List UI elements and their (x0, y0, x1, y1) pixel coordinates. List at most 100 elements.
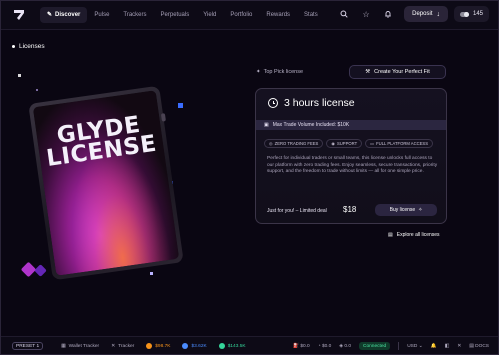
nav-perpetuals-label: Perpetuals (160, 11, 190, 18)
x-tracker-label: Tracker (118, 343, 135, 349)
fee-stat-3: ◈ 0.0 (339, 344, 351, 349)
nav-discover-label: Discover (55, 11, 81, 18)
nav-pulse-label: Pulse (94, 11, 110, 18)
eth-coin-icon (182, 343, 189, 349)
x-icon: ✕ (111, 343, 116, 349)
offer-price: $18 (343, 205, 357, 214)
search-icon[interactable] (336, 6, 352, 22)
create-perfect-fit-button[interactable]: ⚒ Create Your Perfect Fit (349, 65, 446, 79)
main-nav: ✎ Discover Pulse Trackers Perpetuals Yie… (40, 6, 325, 23)
nav-stats-label: Stats (304, 11, 318, 18)
currency-selector[interactable]: USD ⌄ (407, 344, 423, 349)
license-offer-panel: 3 hours license ▣ Max Trade Volume Inclu… (255, 88, 447, 224)
sparkle-icon (34, 264, 47, 277)
top-navigation-bar: ✎ Discover Pulse Trackers Perpetuals Yie… (0, 0, 499, 30)
docs-link[interactable]: ▤ DOCS (469, 344, 489, 349)
feature-badge: ▭ FULL PLATFORM ACCESS (365, 139, 434, 148)
fee-stat-2: ◔ $0.0 (318, 344, 332, 349)
sparkles-icon: ✦ (256, 69, 261, 75)
balance-toggle[interactable]: 145 (453, 6, 489, 22)
x-social-icon[interactable]: ✕ (457, 344, 461, 349)
offer-header: 3 hours license (256, 89, 446, 117)
nav-rewards[interactable]: Rewards (259, 7, 297, 23)
feature-label: FULL PLATFORM ACCESS (376, 141, 429, 146)
fee-stat-3-value: 0.0 (344, 343, 351, 349)
wand-icon: ⚒ (365, 69, 371, 75)
fee-stat-2-value: $0.0 (321, 343, 332, 349)
nav-trackers[interactable]: Trackers (116, 7, 153, 23)
arrow-down-icon: ↓ (436, 10, 440, 18)
discover-icon: ✎ (47, 12, 53, 18)
balance-value: 145 (472, 11, 483, 17)
nav-rewards-label: Rewards (266, 11, 291, 18)
bullet-icon (12, 45, 15, 48)
license-card-image: GLYDE LICENSE (28, 85, 184, 281)
volume-banner: ▣ Max Trade Volume Included: $10K (256, 120, 446, 130)
nav-pulse[interactable]: Pulse (87, 7, 116, 23)
nav-portfolio[interactable]: Portfolio (223, 7, 259, 23)
deposit-label: Deposit (412, 11, 433, 17)
feature-label: ZERO TRADING FEES (274, 141, 319, 146)
btc-value: $98.7K (155, 343, 171, 349)
chat-icon[interactable]: ◧ (445, 344, 450, 349)
bell-icon[interactable] (380, 6, 396, 22)
nav-yield[interactable]: Yield (196, 7, 223, 23)
access-icon: ▭ (370, 141, 375, 146)
nav-perpetuals[interactable]: Perpetuals (154, 7, 197, 23)
chevron-down-icon: ⌄ (418, 343, 423, 349)
btc-price: $98.7K (146, 343, 170, 349)
status-bar: PRESET 1 ▦ Wallet Tracker ✕ Tracker $98.… (0, 336, 499, 355)
grid-icon: ▤ (388, 232, 393, 238)
fee-stat-1: ⛽ $0.0 (293, 344, 310, 349)
chart-icon: ▣ (264, 122, 269, 128)
eth-value: $3.62K (191, 343, 207, 349)
buy-license-button[interactable]: Buy license ✧ (375, 204, 437, 216)
nav-portfolio-label: Portfolio (230, 11, 253, 18)
sparkle-icon (150, 272, 153, 275)
create-label: Create Your Perfect Fit (374, 69, 430, 75)
sparkle-icon (18, 74, 21, 77)
sol-value: $143.5K (227, 343, 246, 349)
fee-icon: ◎ (269, 141, 273, 146)
clock-icon (268, 98, 278, 108)
nav-trackers-label: Trackers (123, 11, 147, 18)
x-tracker-link[interactable]: ✕ Tracker (111, 344, 134, 349)
wallet-tracker-link[interactable]: ▦ Wallet Tracker (61, 344, 99, 349)
currency-label: USD (407, 343, 418, 349)
notification-icon[interactable]: 🔔 (431, 344, 437, 349)
nav-stats[interactable]: Stats (297, 7, 325, 23)
sparkle-icon (178, 103, 183, 108)
logo-icon[interactable] (12, 8, 26, 22)
eth-price: $3.62K (182, 343, 207, 349)
connection-status-badge: Connected (358, 342, 391, 350)
sparkle-icon (36, 89, 38, 91)
feature-badge: ◎ ZERO TRADING FEES (264, 139, 324, 148)
fee-stat-1-value: $0.0 (300, 343, 310, 349)
preset-label: PRESET 1 (16, 343, 40, 349)
nav-yield-label: Yield (203, 11, 217, 18)
license-card-title: GLYDE LICENSE (36, 112, 165, 172)
offer-description: Perfect for individual traders or small … (267, 156, 438, 175)
sparkle-icon: ✧ (418, 207, 423, 213)
feature-label: SUPPORT (336, 141, 358, 146)
feature-badge: ◉ SUPPORT (326, 139, 363, 148)
divider (398, 342, 400, 350)
btc-coin-icon (146, 343, 153, 349)
explore-all-licenses-link[interactable]: ▤ Explore all licenses (388, 232, 440, 238)
status-right: ⛽ $0.0 ◔ $0.0 ◈ 0.0 Connected USD ⌄ 🔔 ◧ … (293, 342, 489, 350)
volume-text: Max Trade Volume Included: $10K (272, 122, 350, 128)
nav-discover[interactable]: ✎ Discover (40, 6, 88, 23)
top-pick-text: Top Pick license (263, 69, 304, 75)
toggle-icon (459, 11, 469, 17)
docs-label: DOCS (475, 343, 489, 349)
page-title: Licenses (12, 43, 45, 50)
sol-price: $143.5K (218, 343, 246, 349)
card-side-handle (160, 113, 166, 122)
deposit-button[interactable]: Deposit ↓ (404, 6, 448, 22)
offer-title: 3 hours license (284, 97, 355, 109)
buy-label: Buy license (389, 207, 416, 213)
preset-selector[interactable]: PRESET 1 (12, 342, 44, 350)
top-actions: ☆ Deposit ↓ 145 (336, 6, 489, 22)
deal-text: Just for you! – Limited deal (267, 208, 327, 214)
star-icon[interactable]: ☆ (358, 6, 374, 22)
